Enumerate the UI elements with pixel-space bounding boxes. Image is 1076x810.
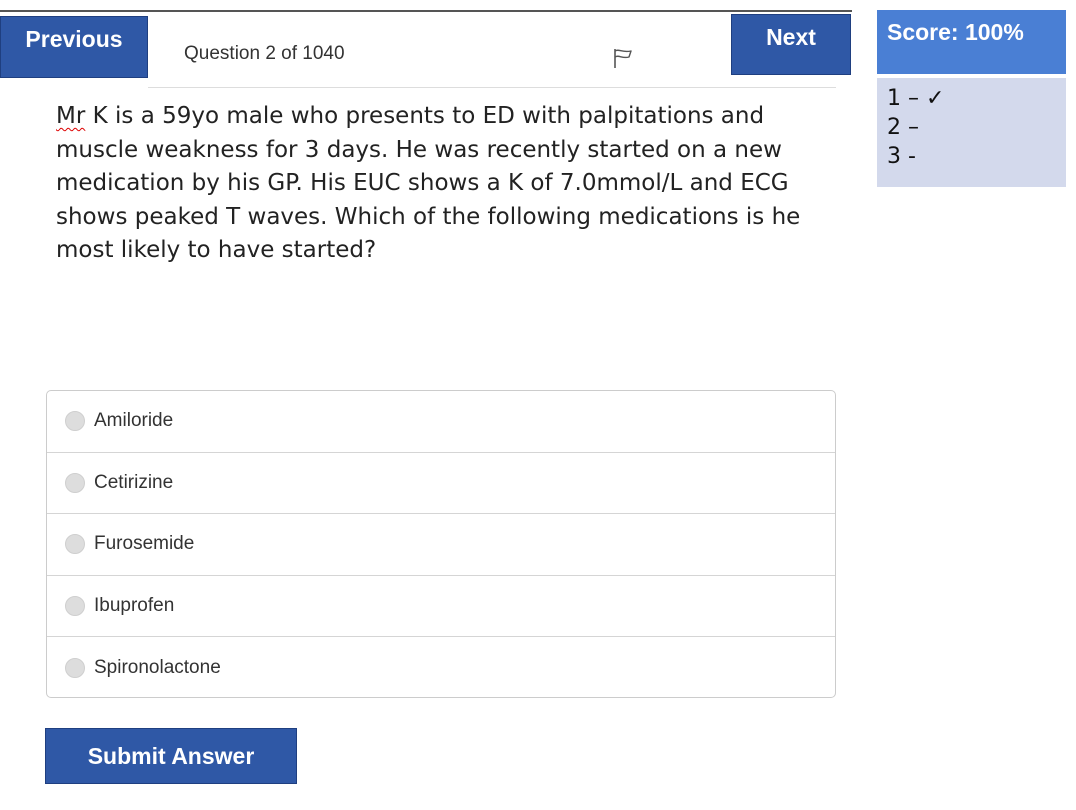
radio-circle-icon[interactable] — [65, 472, 85, 493]
question-text: K is a 59yo male who presents to ED with… — [56, 103, 801, 263]
submit-answer-button[interactable]: Submit Answer — [45, 728, 297, 784]
radio-circle-icon[interactable] — [65, 658, 85, 679]
option-label: Furosemide — [94, 533, 195, 555]
radio-circle-icon[interactable] — [65, 411, 85, 432]
radio-circle-icon[interactable] — [65, 596, 85, 617]
option-spironolactone[interactable]: Spironolactone — [47, 637, 835, 697]
score-badge: Score: 100% — [877, 10, 1066, 74]
history-item: 1 – ✓ — [887, 86, 945, 111]
option-label: Spironolactone — [94, 657, 221, 679]
option-label: Amiloride — [94, 410, 174, 432]
flag-icon[interactable] — [612, 47, 634, 69]
option-cetirizine[interactable]: Cetirizine — [47, 453, 835, 515]
answer-options: Amiloride Cetirizine Furosemide Ibuprofe… — [46, 390, 836, 698]
history-item: 2 – — [887, 115, 919, 140]
spellcheck-word: Mr — [56, 103, 86, 129]
option-furosemide[interactable]: Furosemide — [47, 514, 835, 576]
option-label: Cetirizine — [94, 471, 174, 493]
option-label: Ibuprofen — [94, 595, 175, 617]
option-amiloride[interactable]: Amiloride — [47, 391, 835, 453]
radio-circle-icon[interactable] — [65, 534, 85, 555]
history-item: 3 - — [887, 144, 916, 169]
answer-history: 1 – ✓ 2 – 3 - — [877, 78, 1066, 187]
next-button[interactable]: Next — [731, 14, 851, 75]
previous-button[interactable]: Previous — [0, 16, 148, 78]
question-stem: Mr K is a 59yo male who presents to ED w… — [56, 100, 816, 268]
option-ibuprofen[interactable]: Ibuprofen — [47, 576, 835, 638]
top-divider — [0, 10, 852, 12]
header-divider — [148, 87, 836, 88]
question-counter: Question 2 of 1040 — [184, 43, 345, 64]
